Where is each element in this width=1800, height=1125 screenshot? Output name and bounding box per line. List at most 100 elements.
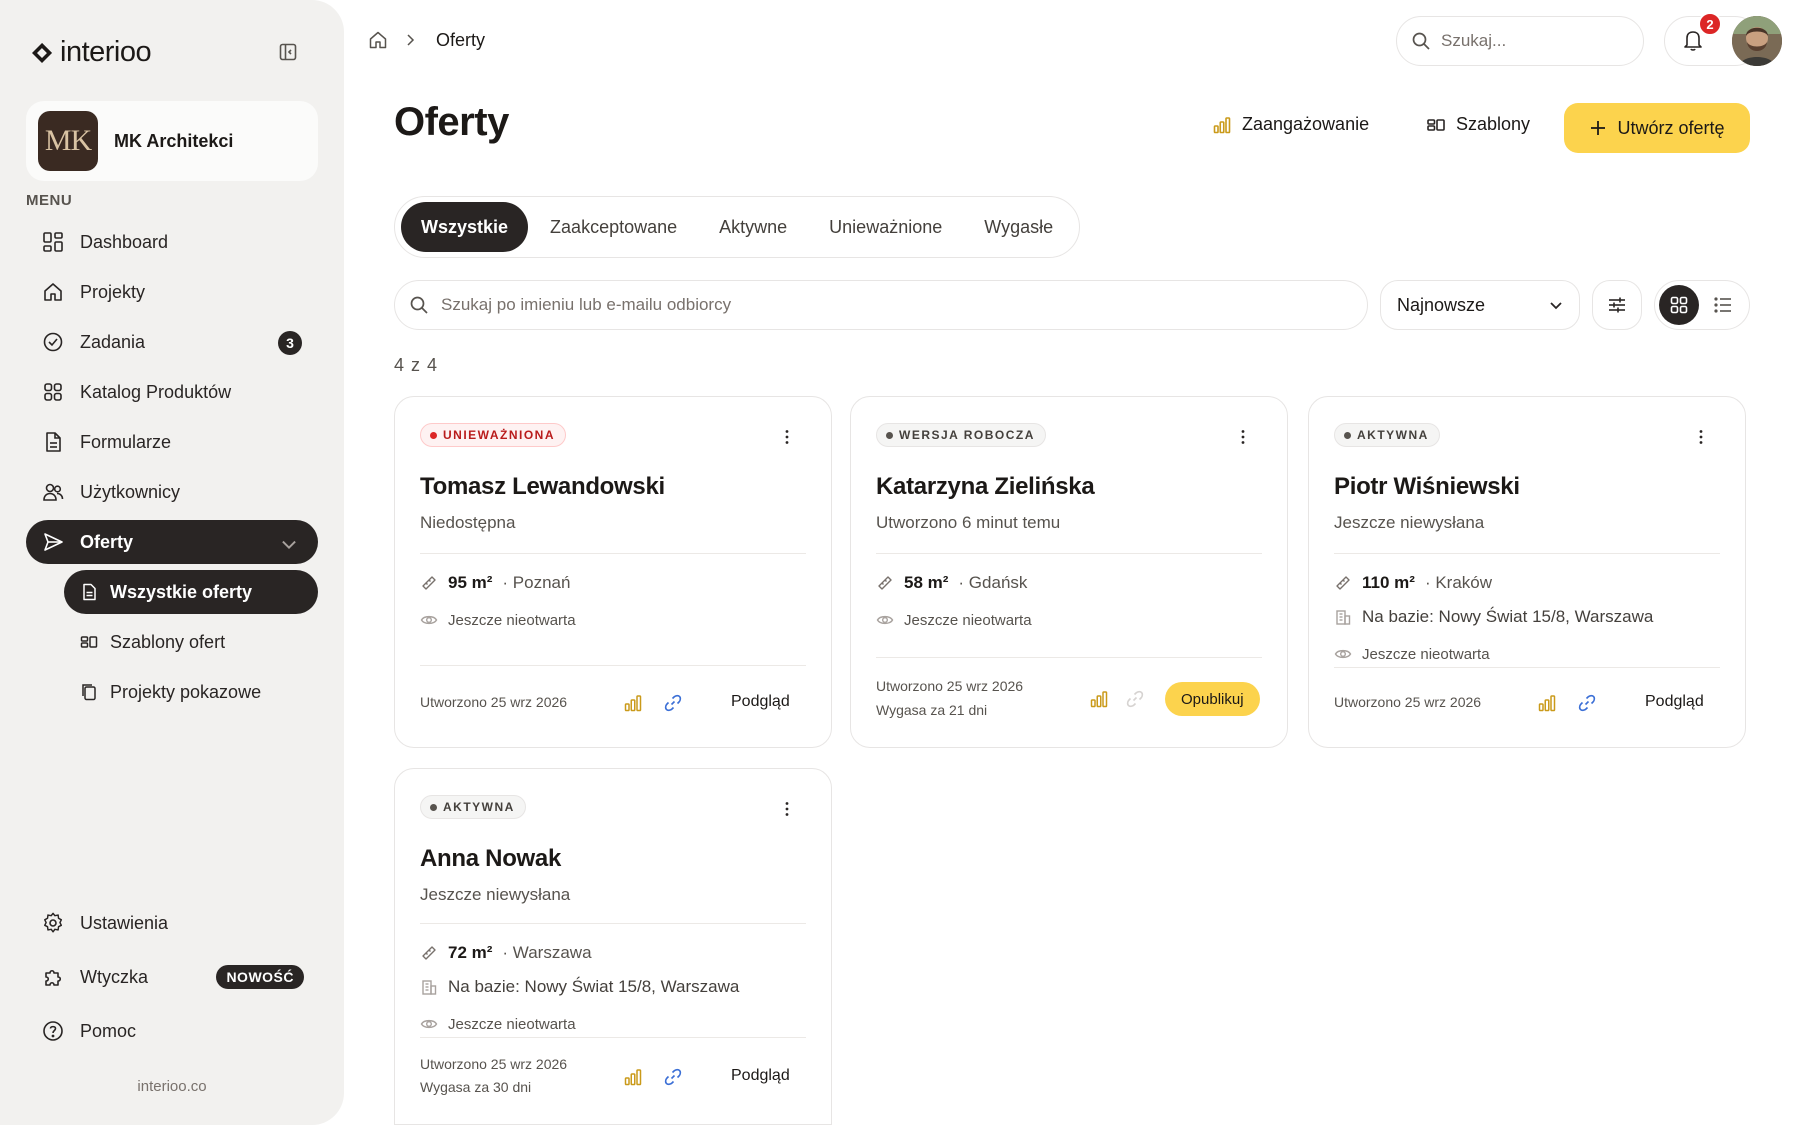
sidebar-item-katalog[interactable]: Katalog Produktów xyxy=(26,370,318,414)
tab-wszystkie[interactable]: Wszystkie xyxy=(401,202,529,252)
tab-uniewaznione[interactable]: Unieważnione xyxy=(809,202,962,252)
sidebar-subitem-wszystkie-oferty[interactable]: Wszystkie oferty xyxy=(64,570,318,614)
sidebar-item-oferty[interactable]: Oferty xyxy=(26,520,318,564)
breadcrumb-current: Oferty xyxy=(436,30,486,50)
card-menu-button[interactable] xyxy=(777,427,797,447)
organization-card[interactable]: MK MK Architekci xyxy=(26,101,318,181)
expiry-date: Wygasa za 21 dni xyxy=(876,702,988,718)
created-date: Utworzono 25 wrz 2026 xyxy=(420,694,568,710)
offer-card[interactable]: WERSJA ROBOCZA Katarzyna Zielińska Utwor… xyxy=(850,396,1288,748)
more-vertical-icon xyxy=(1241,430,1245,444)
sidebar-item-formularze[interactable]: Formularze xyxy=(26,420,318,464)
grid-view-button[interactable] xyxy=(1659,285,1699,325)
global-search-input[interactable] xyxy=(1441,31,1621,51)
check-circle-icon xyxy=(43,332,63,352)
template-icon xyxy=(1427,118,1445,131)
home-breadcrumb-icon[interactable] xyxy=(368,30,388,50)
city-value: · Warszawa xyxy=(502,943,592,962)
gear-icon xyxy=(44,912,63,933)
city-value: · Poznań xyxy=(502,573,571,592)
eye-icon xyxy=(420,1019,438,1029)
status-badge: AKTYWNA xyxy=(420,795,526,819)
publish-button[interactable]: Opublikuj xyxy=(1165,682,1260,716)
sidebar-subitem-label: Szablony ofert xyxy=(110,631,226,652)
create-offer-button[interactable]: Utwórz ofertę xyxy=(1564,103,1750,153)
sidebar-subitem-projekty-pokazowe[interactable]: Projekty pokazowe xyxy=(64,670,318,714)
list-view-button[interactable] xyxy=(1703,285,1743,325)
sidebar-item-label: Formularze xyxy=(80,431,172,452)
preview-button[interactable]: Podgląd xyxy=(731,693,790,711)
area-value: 95 m² xyxy=(448,573,493,592)
engagement-stats-button[interactable] xyxy=(1087,687,1111,711)
engagement-button[interactable]: Zaangażowanie xyxy=(1212,114,1369,135)
sidebar-item-dashboard[interactable]: Dashboard xyxy=(26,220,318,264)
sidebar-collapse-button[interactable] xyxy=(276,40,300,64)
recipient-name: Anna Nowak xyxy=(420,845,562,872)
sidebar-item-ustawienia[interactable]: Ustawienia xyxy=(26,900,318,946)
copy-icon xyxy=(82,684,96,701)
offer-card[interactable]: UNIEWAŻNIONA Tomasz Lewandowski Niedostę… xyxy=(394,396,832,748)
plus-icon xyxy=(1591,121,1606,135)
engagement-stats-button[interactable] xyxy=(1535,691,1559,715)
results-count: 4 z 4 xyxy=(394,355,439,375)
sidebar-item-uzytkownicy[interactable]: Użytkownicy xyxy=(26,470,318,514)
copy-link-button[interactable] xyxy=(661,691,685,715)
tab-aktywne[interactable]: Aktywne xyxy=(699,202,807,252)
engagement-stats-button[interactable] xyxy=(621,1065,645,1089)
preview-button[interactable]: Podgląd xyxy=(731,1067,790,1085)
sidebar-item-zadania[interactable]: Zadania 3 xyxy=(26,320,318,364)
offer-card[interactable]: AKTYWNA Anna Nowak Jeszcze niewysłana 72… xyxy=(394,768,832,1125)
recipient-search-input[interactable] xyxy=(441,295,1341,315)
filter-settings-button[interactable] xyxy=(1592,280,1642,330)
sidebar-item-label: Pomoc xyxy=(80,1020,137,1041)
sidebar-subitem-szablony-ofert[interactable]: Szablony ofert xyxy=(64,620,318,664)
created-date: Utworzono 25 wrz 2026 xyxy=(1334,694,1482,710)
engagement-stats-button[interactable] xyxy=(621,691,645,715)
user-avatar[interactable] xyxy=(1732,16,1782,66)
document-icon xyxy=(83,583,96,601)
sidebar-item-projekty[interactable]: Projekty xyxy=(26,270,318,314)
sidebar-item-label: Użytkownicy xyxy=(80,481,181,502)
card-menu-button[interactable] xyxy=(777,799,797,819)
card-menu-button[interactable] xyxy=(1691,427,1711,447)
tab-wygasle[interactable]: Wygasłe xyxy=(964,202,1073,252)
card-divider xyxy=(420,553,806,554)
footer-link[interactable]: interioo.co xyxy=(0,1078,344,1095)
sidebar-item-pomoc[interactable]: Pomoc xyxy=(26,1008,318,1054)
app-logo[interactable]: interioo xyxy=(30,36,152,69)
seen-row: Jeszcze nieotwarta xyxy=(420,1015,576,1033)
card-divider xyxy=(420,665,806,666)
area-row: 58 m² · Gdańsk xyxy=(876,573,1027,593)
copy-link-button xyxy=(1123,687,1147,711)
status-badge: WERSJA ROBOCZA xyxy=(876,423,1046,447)
org-avatar: MK xyxy=(38,111,98,171)
card-divider xyxy=(420,923,806,924)
org-name: MK Architekci xyxy=(114,130,234,151)
area-value: 72 m² xyxy=(448,943,493,962)
offer-card[interactable]: AKTYWNA Piotr Wiśniewski Jeszcze niewysł… xyxy=(1308,396,1746,748)
engagement-label: Zaangażowanie xyxy=(1242,114,1370,134)
link-icon xyxy=(1578,694,1596,712)
tab-zaakceptowane[interactable]: Zaakceptowane xyxy=(530,202,697,252)
preview-button[interactable]: Podgląd xyxy=(1645,693,1704,711)
sliders-icon xyxy=(1609,297,1625,313)
ruler-icon xyxy=(422,576,436,590)
search-icon xyxy=(410,296,428,314)
copy-link-button[interactable] xyxy=(1575,691,1599,715)
seen-row: Jeszcze nieotwarta xyxy=(876,611,1032,629)
chevron-down-icon xyxy=(282,540,296,550)
card-menu-button[interactable] xyxy=(1233,427,1253,447)
eye-icon xyxy=(420,615,438,625)
bar-chart-icon xyxy=(1213,116,1231,133)
sidebar-item-wtyczka[interactable]: Wtyczka NOWOŚĆ xyxy=(26,954,318,1000)
seen-status: Jeszcze nieotwarta xyxy=(904,611,1032,629)
recipient-name: Tomasz Lewandowski xyxy=(420,473,665,500)
ruler-icon xyxy=(422,946,436,960)
copy-link-button[interactable] xyxy=(661,1065,685,1089)
area-row: 95 m² · Poznań xyxy=(420,573,570,593)
templates-button[interactable]: Szablony xyxy=(1426,114,1530,135)
chevron-down-icon xyxy=(1550,302,1562,310)
sort-select[interactable]: Najnowsze xyxy=(1380,280,1580,330)
help-icon xyxy=(43,1021,63,1041)
create-offer-label: Utwórz ofertę xyxy=(1617,117,1725,138)
